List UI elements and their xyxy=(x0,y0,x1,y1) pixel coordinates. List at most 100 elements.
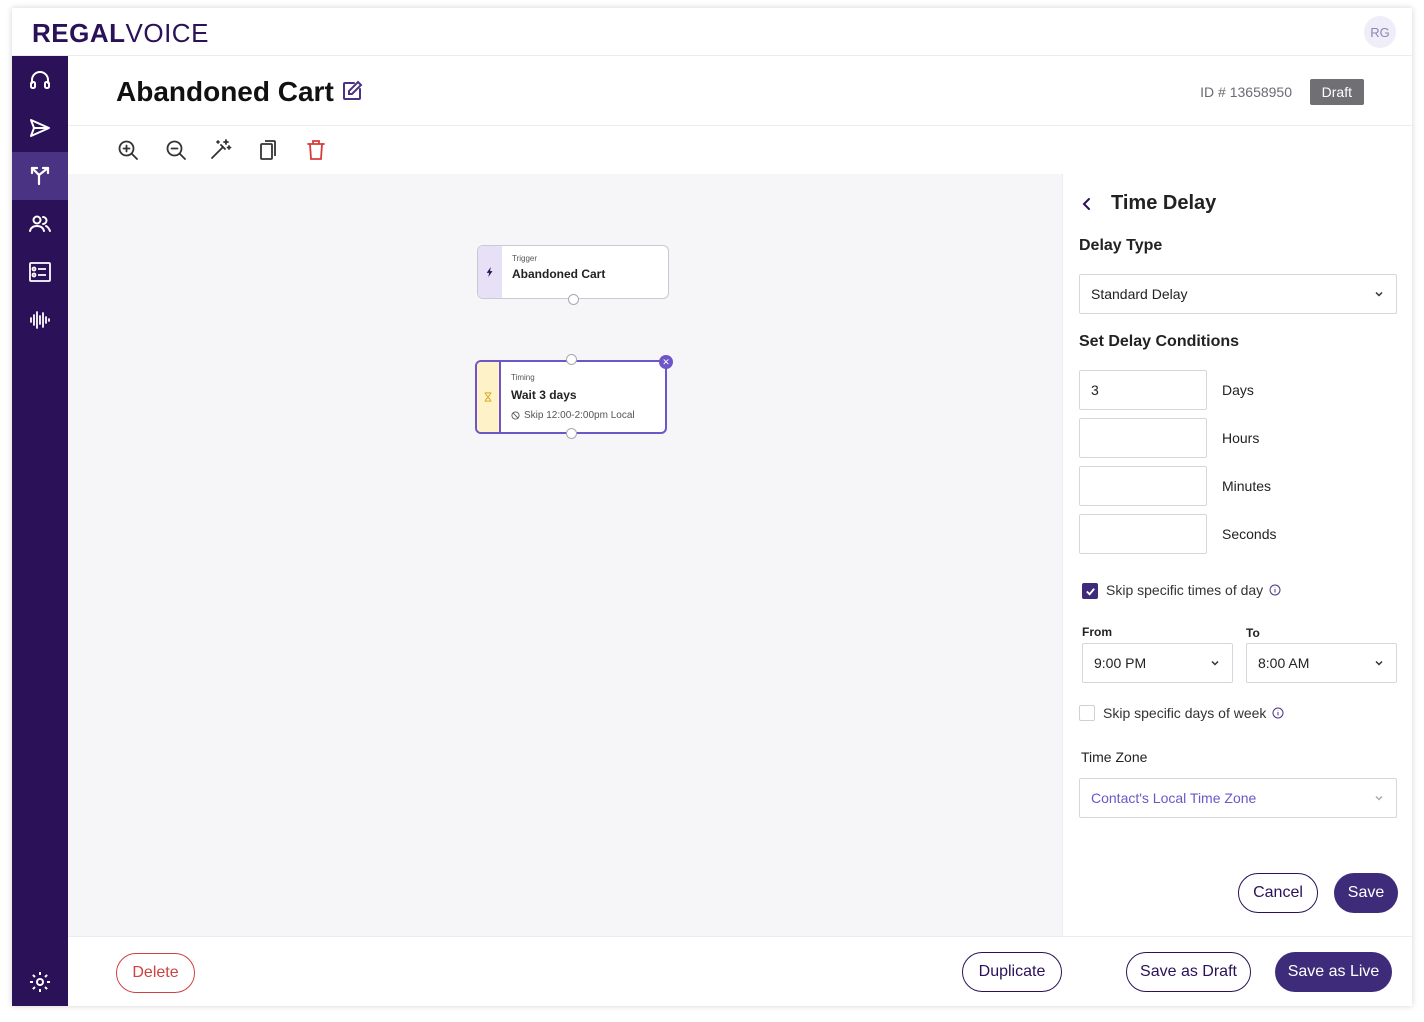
days-input[interactable]: 3 xyxy=(1079,370,1207,410)
back-button[interactable] xyxy=(1079,196,1095,212)
skip-times-row: Skip specific times of day xyxy=(1106,582,1281,598)
avatar[interactable]: RG xyxy=(1364,16,1396,48)
save-as-draft-button[interactable]: Save as Draft xyxy=(1126,952,1251,992)
timing-node-strip xyxy=(477,362,501,432)
timing-node-skip: Skip 12:00-2:00pm Local xyxy=(511,410,635,421)
zoom-in-button[interactable] xyxy=(116,138,140,162)
copy-button[interactable] xyxy=(256,138,280,162)
page-header: Abandoned Cart ID # 13658950 Draft xyxy=(68,56,1412,126)
gear-icon xyxy=(30,972,50,992)
sidebar-item-voice[interactable] xyxy=(12,296,68,344)
hours-input[interactable] xyxy=(1079,418,1207,458)
delete-button[interactable]: Delete xyxy=(116,953,195,993)
sidebar-item-contacts[interactable] xyxy=(12,200,68,248)
delete-node-button[interactable] xyxy=(304,138,328,162)
close-icon: ✕ xyxy=(662,356,670,367)
timezone-value: Contact's Local Time Zone xyxy=(1091,790,1257,806)
chevron-down-icon xyxy=(1211,660,1219,666)
timing-node-name: Wait 3 days xyxy=(511,388,577,402)
duplicate-button[interactable]: Duplicate xyxy=(962,952,1062,992)
sidebar xyxy=(12,56,68,1006)
trigger-node-kind: Trigger xyxy=(512,254,538,263)
waveform-icon xyxy=(30,311,50,329)
remove-node-button[interactable]: ✕ xyxy=(659,355,673,369)
trigger-node[interactable]: Trigger Abandoned Cart xyxy=(477,245,669,305)
trash-icon xyxy=(307,140,325,160)
status-badge: Draft xyxy=(1309,79,1364,105)
timezone-select[interactable]: Contact's Local Time Zone xyxy=(1079,778,1397,818)
block-icon xyxy=(511,411,520,420)
timezone-label: Time Zone xyxy=(1081,749,1148,765)
info-icon[interactable] xyxy=(1269,584,1281,596)
to-label: To xyxy=(1246,626,1260,640)
delay-type-label: Delay Type xyxy=(1079,237,1163,254)
contacts-icon xyxy=(29,215,51,232)
info-icon[interactable] xyxy=(1272,707,1284,719)
top-bar: REGALVOICE RG xyxy=(12,8,1412,56)
auto-layout-button[interactable] xyxy=(208,138,232,162)
canvas-toolbar xyxy=(68,126,1412,174)
regal-voice-logo[interactable]: REGALVOICE xyxy=(32,18,209,49)
sidebar-item-campaigns[interactable] xyxy=(12,104,68,152)
checkmark-icon xyxy=(1085,587,1095,596)
chevron-left-icon xyxy=(1082,198,1090,210)
chevron-down-icon xyxy=(1375,291,1383,297)
sidebar-item-agent[interactable] xyxy=(12,56,68,104)
to-time-select[interactable]: 8:00 AM xyxy=(1246,643,1397,683)
delay-type-value: Standard Delay xyxy=(1091,286,1188,302)
journey-canvas[interactable]: Trigger Abandoned Cart Timing Wait 3 day… xyxy=(68,174,1062,936)
sidebar-item-lists[interactable] xyxy=(12,248,68,296)
journey-id: ID # 13658950 xyxy=(1200,84,1292,100)
skip-days-label: Skip specific days of week xyxy=(1103,705,1267,721)
hourglass-icon xyxy=(484,392,492,402)
trigger-output-port[interactable] xyxy=(568,294,579,305)
time-delay-panel: Time Delay Delay Type Standard Delay Set… xyxy=(1062,174,1412,936)
skip-days-checkbox[interactable] xyxy=(1079,705,1095,721)
send-icon xyxy=(30,119,50,137)
days-label: Days xyxy=(1222,382,1254,398)
page-title: Abandoned Cart xyxy=(116,76,334,107)
seconds-label: Seconds xyxy=(1222,526,1277,542)
from-time-select[interactable]: 9:00 PM xyxy=(1082,643,1233,683)
headset-icon xyxy=(30,71,50,89)
skip-days-row: Skip specific days of week xyxy=(1103,705,1284,721)
trigger-node-strip xyxy=(478,246,502,298)
minutes-input[interactable] xyxy=(1079,466,1207,506)
page-footer: Delete Duplicate Save as Draft Save as L… xyxy=(68,936,1412,1006)
sidebar-item-settings[interactable] xyxy=(12,958,68,1006)
seconds-input[interactable] xyxy=(1079,514,1207,554)
sidebar-item-journeys[interactable] xyxy=(12,152,68,200)
logo-light-text: VOICE xyxy=(125,18,209,48)
zoom-in-icon xyxy=(118,140,138,160)
magic-wand-icon xyxy=(211,139,232,159)
chevron-down-icon xyxy=(1375,795,1383,801)
trigger-node-name: Abandoned Cart xyxy=(512,267,606,281)
zoom-out-button[interactable] xyxy=(164,138,188,162)
timing-input-port[interactable] xyxy=(566,354,577,365)
timing-output-port[interactable] xyxy=(566,428,577,439)
timing-node[interactable]: Timing Wait 3 days Skip 12:00-2:00pm Loc… xyxy=(475,354,673,439)
zoom-out-icon xyxy=(166,140,186,160)
chevron-down-icon xyxy=(1375,660,1383,666)
to-time-value: 8:00 AM xyxy=(1258,655,1310,671)
cancel-button[interactable]: Cancel xyxy=(1238,873,1318,913)
from-time-value: 9:00 PM xyxy=(1094,655,1147,671)
timing-node-skip-text: Skip 12:00-2:00pm Local xyxy=(524,410,635,421)
from-label: From xyxy=(1082,625,1112,639)
logo-bold-text: REGAL xyxy=(32,18,126,48)
copy-icon xyxy=(260,140,276,160)
save-as-live-button[interactable]: Save as Live xyxy=(1275,952,1392,992)
timing-node-kind: Timing xyxy=(511,373,535,382)
lightning-icon xyxy=(486,267,493,277)
delay-conditions-label: Set Delay Conditions xyxy=(1079,333,1240,350)
panel-title: Time Delay xyxy=(1111,192,1217,214)
hours-label: Hours xyxy=(1222,430,1260,446)
app-window: REGALVOICE RG Abandoned Cart ID # 136589… xyxy=(12,8,1412,1006)
save-button[interactable]: Save xyxy=(1334,873,1398,913)
delay-type-select[interactable]: Standard Delay xyxy=(1079,274,1397,314)
skip-times-checkbox[interactable] xyxy=(1082,583,1098,599)
journey-icon xyxy=(30,166,50,186)
list-icon xyxy=(29,262,51,282)
minutes-label: Minutes xyxy=(1222,478,1272,494)
edit-title-button[interactable] xyxy=(340,79,364,103)
